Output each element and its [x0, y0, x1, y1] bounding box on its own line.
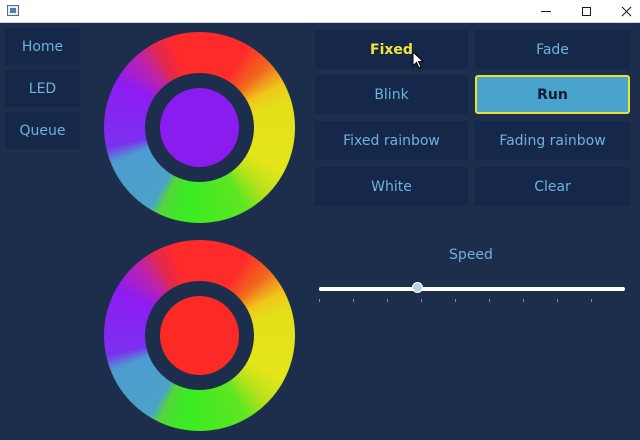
close-icon — [621, 6, 632, 17]
maximize-button[interactable] — [566, 0, 606, 22]
app-window-icon — [7, 5, 19, 16]
mouse-pointer-icon — [412, 51, 424, 69]
title-bar — [0, 0, 640, 23]
fixed-rainbow-button[interactable]: Fixed rainbow — [315, 121, 468, 160]
color-wheel-top[interactable] — [104, 32, 295, 223]
fixed-button[interactable]: Fixed — [315, 30, 468, 69]
nav-led-button[interactable]: LED — [5, 70, 80, 107]
speed-slider-ticks — [319, 299, 625, 302]
fading-rainbow-button[interactable]: Fading rainbow — [475, 121, 630, 160]
speed-slider-handle[interactable] — [411, 282, 423, 293]
nav-home-button[interactable]: Home — [5, 28, 80, 65]
selected-color-preview-top — [160, 88, 239, 167]
blink-button[interactable]: Blink — [315, 75, 468, 114]
selected-color-preview-bottom — [160, 296, 239, 375]
minimize-icon — [541, 10, 551, 12]
minimize-button[interactable] — [526, 0, 566, 22]
run-button[interactable]: Run — [475, 75, 630, 114]
speed-slider-fill — [319, 287, 417, 291]
close-button[interactable] — [606, 0, 640, 22]
white-button[interactable]: White — [315, 167, 468, 206]
color-wheel-bottom[interactable] — [104, 240, 295, 431]
speed-label: Speed — [449, 247, 493, 263]
nav-queue-button[interactable]: Queue — [5, 112, 80, 149]
clear-button[interactable]: Clear — [475, 167, 630, 206]
fade-button[interactable]: Fade — [475, 30, 630, 69]
maximize-icon — [581, 6, 591, 16]
